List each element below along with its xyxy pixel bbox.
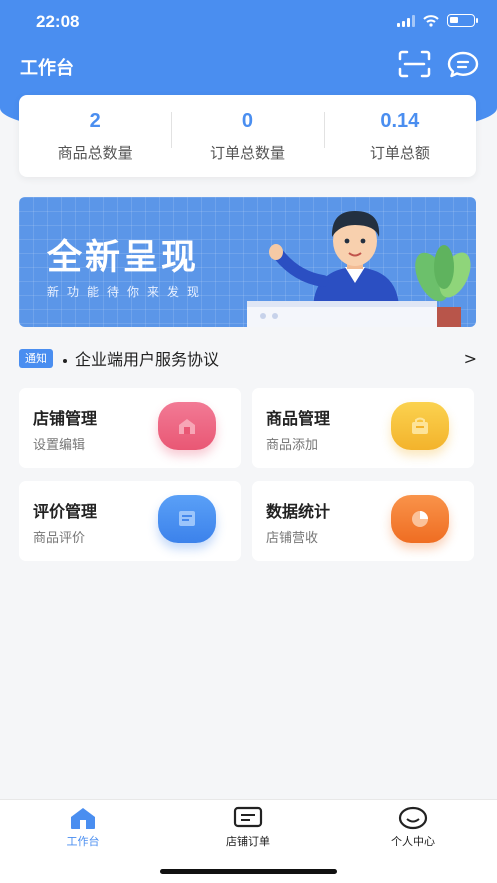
tile-review-management[interactable]: 评价管理 商品评价 [19,481,241,561]
bag-icon [391,402,449,450]
stat-product-count[interactable]: 2 商品总数量 [19,110,171,163]
stat-value: 0 [241,109,254,132]
stat-label: 订单总数量 [209,143,285,162]
tile-title: 数据统计 [266,502,331,521]
tile-product-management[interactable]: 商品管理 商品添加 [252,388,474,468]
tile-data-statistics[interactable]: 数据统计 店铺营收 [252,481,474,561]
tile-subtitle: 设置编辑 [33,438,86,453]
stat-order-total[interactable]: 0.14 订单总额 [323,109,476,163]
notice-text: 企业端用户服务协议 [75,350,220,369]
comment-icon [158,495,216,543]
tab-store-orders[interactable]: 店铺订单 [188,806,308,852]
status-time: 22:08 [36,12,80,31]
status-bar: 22:08 [0,0,497,46]
tile-store-management[interactable]: 店铺管理 设置编辑 [19,388,241,468]
chevron-right-icon: > [463,348,477,368]
bullet-dot [63,359,67,363]
battery-icon [447,14,478,27]
tile-subtitle: 商品添加 [266,438,319,453]
promo-banner[interactable]: 全新呈现 新功能待你来发现 [19,197,476,327]
stat-value: 2 [89,109,101,132]
home-icon [71,808,95,829]
profile-icon [398,806,428,830]
notice-badge: 通知 [19,348,53,368]
stat-value: 0.14 [380,109,420,132]
order-icon [233,806,263,828]
tab-label: 个人中心 [391,835,435,848]
banner-subtitle: 新功能待你来发现 [47,285,208,299]
stats-card: 2 商品总数量 0 订单总数量 0.14 订单总额 [19,95,476,177]
tab-label: 工作台 [66,835,100,848]
banner-illustration [247,211,471,327]
stat-label: 商品总数量 [57,143,133,162]
tab-workbench[interactable]: 工作台 [23,806,143,852]
scan-icon[interactable] [398,50,431,78]
notice-bar[interactable]: 通知 企业端用户服务协议 > [19,344,479,372]
wifi-icon [423,14,439,27]
banner-title: 全新呈现 [47,238,200,278]
status-icons [397,14,478,27]
message-icon[interactable] [447,51,479,78]
home-indicator [160,869,337,874]
tile-title: 店铺管理 [33,409,98,428]
page-title: 工作台 [20,58,74,79]
stat-label: 订单总额 [369,143,430,162]
tile-subtitle: 店铺营收 [266,531,319,546]
tile-title: 评价管理 [33,502,98,521]
store-icon [158,402,216,450]
tab-label: 店铺订单 [226,835,270,848]
tile-title: 商品管理 [266,409,331,428]
stat-order-count[interactable]: 0 订单总数量 [171,110,323,163]
tile-subtitle: 商品评价 [33,531,86,546]
pie-chart-icon [391,495,449,543]
signal-icon [397,14,415,27]
tab-profile[interactable]: 个人中心 [353,806,473,852]
